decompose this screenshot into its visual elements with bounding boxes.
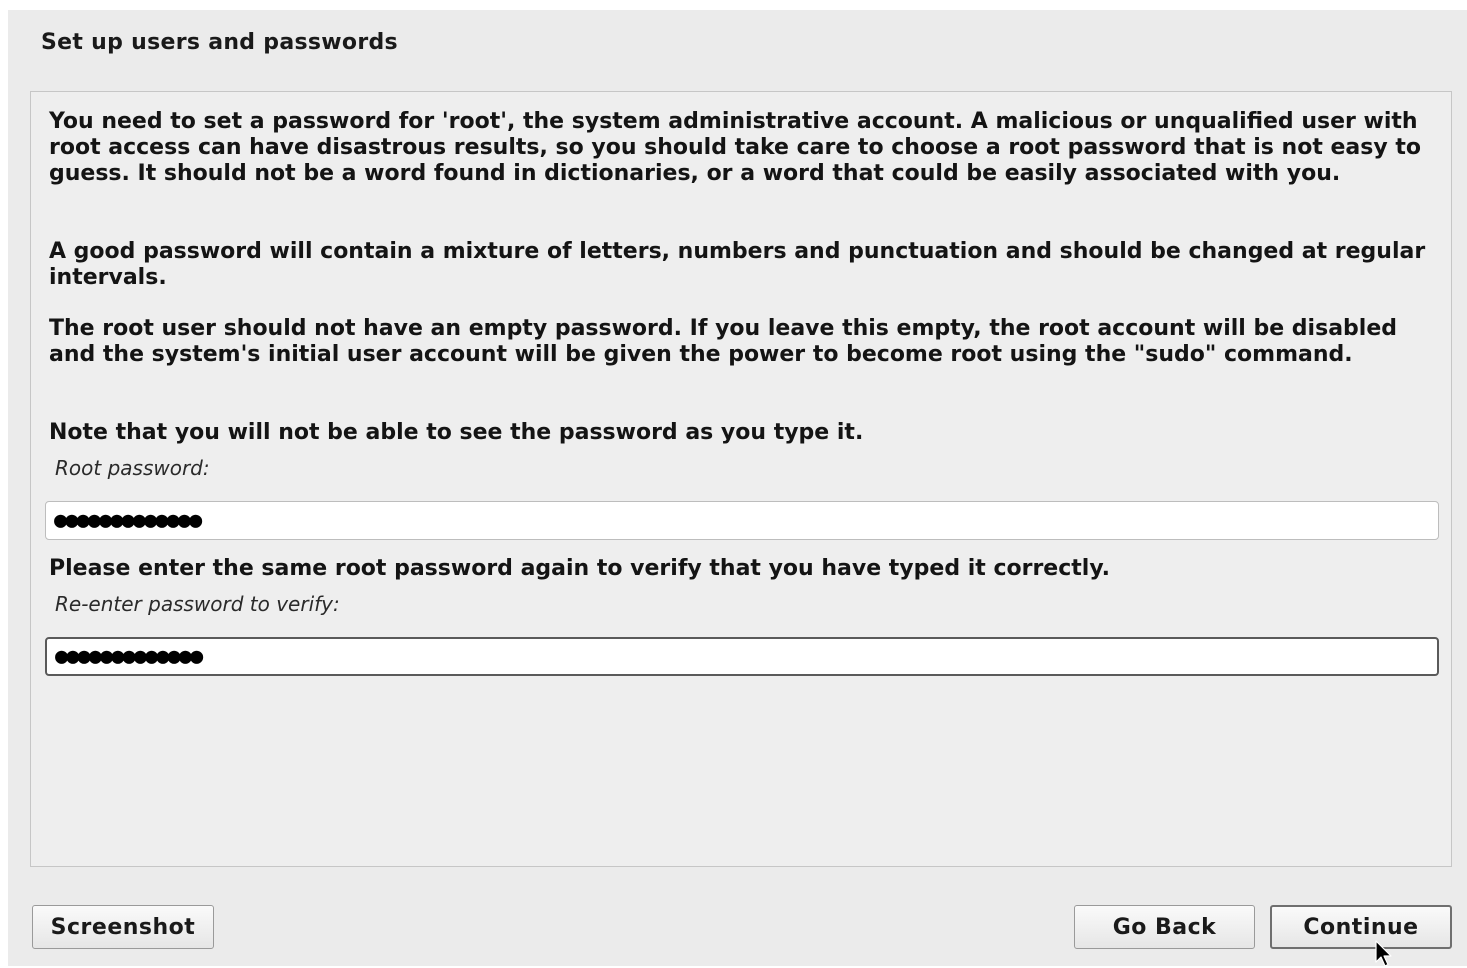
verify-password-input[interactable]: ●●●●●●●●●●●●● [45,637,1439,676]
good-password-text: A good password will contain a mixture o… [49,239,1426,290]
content-panel: You need to set a password for 'root', t… [30,91,1452,867]
page-title: Set up users and passwords [41,30,398,55]
root-password-label: Root password: [55,456,210,480]
installer-window: Set up users and passwords You need to s… [8,10,1467,967]
screenshot-button[interactable]: Screenshot [32,905,214,949]
verify-prompt-text: Please enter the same root password agai… [49,556,1110,581]
go-back-button[interactable]: Go Back [1074,905,1255,949]
root-password-input[interactable]: ●●●●●●●●●●●●● [45,501,1439,540]
root-password-value: ●●●●●●●●●●●●● [54,508,202,533]
password-hidden-note: Note that you will not be able to see th… [49,420,864,445]
root-password-intro-text: You need to set a password for 'root', t… [49,109,1422,186]
empty-password-text: The root user should not have an empty p… [49,316,1397,367]
continue-button[interactable]: Continue [1270,905,1452,949]
verify-password-value: ●●●●●●●●●●●●● [55,644,203,669]
verify-password-label: Re-enter password to verify: [55,592,340,616]
mouse-pointer-icon [1375,940,1392,967]
